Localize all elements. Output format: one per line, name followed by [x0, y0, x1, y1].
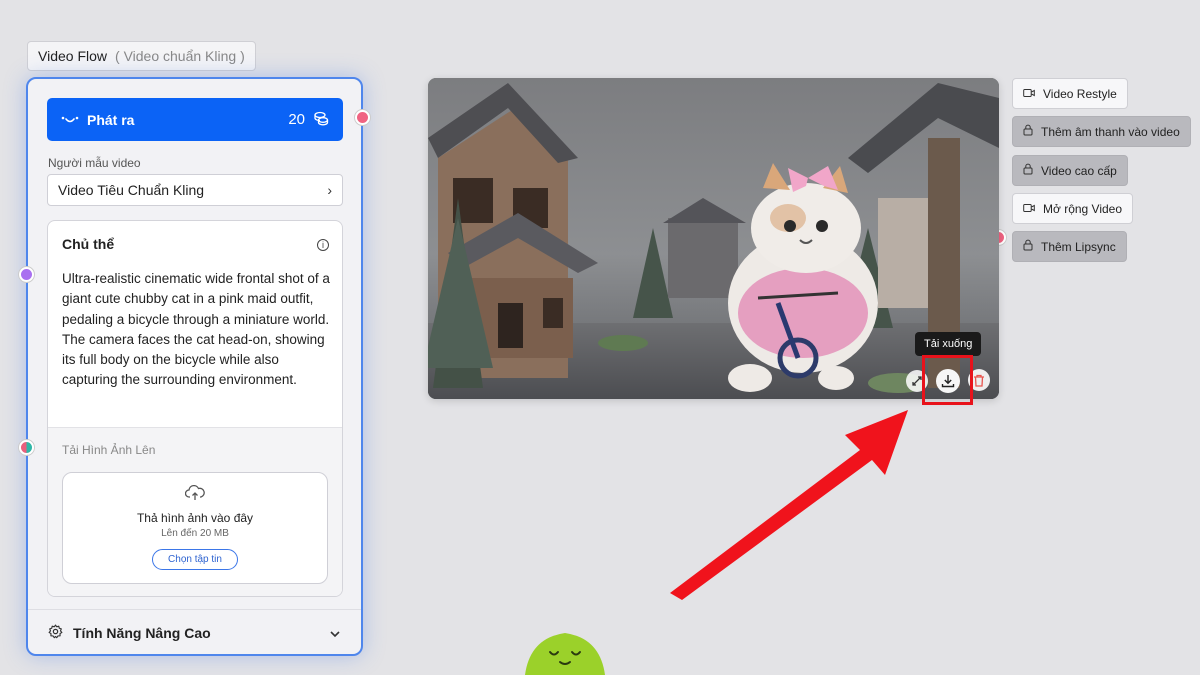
cloud-upload-icon: [184, 484, 205, 506]
chevron-down-icon: [329, 625, 341, 641]
lock-icon: [1023, 239, 1033, 254]
advanced-features-toggle[interactable]: Tính Năng Nâng Cao: [28, 609, 361, 656]
lock-icon: [1023, 124, 1033, 139]
video-restyle-label: Video Restyle: [1043, 86, 1117, 101]
upload-label: Tải Hình Ảnh Lên: [62, 443, 156, 457]
choose-file-button[interactable]: Chọn tập tin: [152, 549, 238, 570]
video-node-panel: Phát ra 20 Người mẫu video Video Tiêu Ch…: [26, 77, 363, 656]
add-lipsync-button[interactable]: Thêm Lipsync: [1012, 231, 1127, 262]
flow-title-tag: Video Flow ( Video chuẩn Kling ): [27, 41, 256, 71]
add-audio-button[interactable]: Thêm âm thanh vào video: [1012, 116, 1191, 147]
premium-video-label: Video cao cấp: [1041, 163, 1117, 178]
credit-count: 20: [288, 110, 329, 130]
gear-icon: [48, 624, 63, 642]
text-input-port[interactable]: [19, 267, 34, 282]
subject-card: Chủ thể i Ultra-realistic cinematic wide…: [47, 220, 343, 597]
highlight-box: [922, 355, 973, 405]
video-camera-icon: [1023, 202, 1035, 216]
model-value: Video Tiêu Chuẩn Kling: [58, 182, 205, 198]
chevron-right-icon: ›: [327, 182, 332, 198]
image-dropzone[interactable]: Thả hình ảnh vào đây Lên đến 20 MB Chọn …: [62, 472, 328, 584]
image-input-port[interactable]: [19, 440, 34, 455]
video-frame-image: [428, 78, 999, 399]
trash-icon: [974, 374, 984, 387]
mascot-icon: [525, 633, 605, 675]
drop-text: Thả hình ảnh vào đây: [136, 511, 254, 525]
generate-button[interactable]: Phát ra 20: [47, 98, 343, 141]
info-icon[interactable]: i: [317, 239, 329, 251]
add-lipsync-label: Thêm Lipsync: [1041, 239, 1116, 254]
premium-video-button[interactable]: Video cao cấp: [1012, 155, 1128, 186]
lock-icon: [1023, 163, 1033, 178]
model-label: Người mẫu video: [48, 156, 141, 170]
subject-title: Chủ thể: [62, 236, 115, 252]
download-tooltip: Tải xuống: [915, 332, 982, 356]
upload-section: Tải Hình Ảnh Lên Thả hình ảnh vào đây Lê…: [48, 427, 342, 596]
smile-icon: [61, 115, 79, 125]
annotation-arrow: [670, 410, 908, 600]
generate-label: Phát ra: [87, 111, 135, 128]
output-port[interactable]: [355, 110, 370, 125]
prompt-textarea[interactable]: Ultra-realistic cinematic wide frontal s…: [62, 269, 332, 391]
flow-title: Video Flow: [38, 48, 108, 64]
credit-count-value: 20: [288, 111, 305, 128]
video-preview[interactable]: [428, 78, 999, 399]
advanced-features-label: Tính Năng Nâng Cao: [73, 625, 211, 641]
extend-video-label: Mở rộng Video: [1043, 201, 1123, 216]
video-camera-icon: [1023, 87, 1035, 101]
model-select[interactable]: Video Tiêu Chuẩn Kling ›: [47, 174, 343, 206]
add-audio-label: Thêm âm thanh vào video: [1041, 124, 1180, 139]
flow-subtitle: ( Video chuẩn Kling ): [115, 48, 245, 64]
extend-video-button[interactable]: Mở rộng Video: [1012, 193, 1134, 224]
drop-limit: Lên đến 20 MB: [161, 528, 229, 539]
coins-icon: [313, 110, 329, 130]
video-restyle-button[interactable]: Video Restyle: [1012, 78, 1128, 109]
